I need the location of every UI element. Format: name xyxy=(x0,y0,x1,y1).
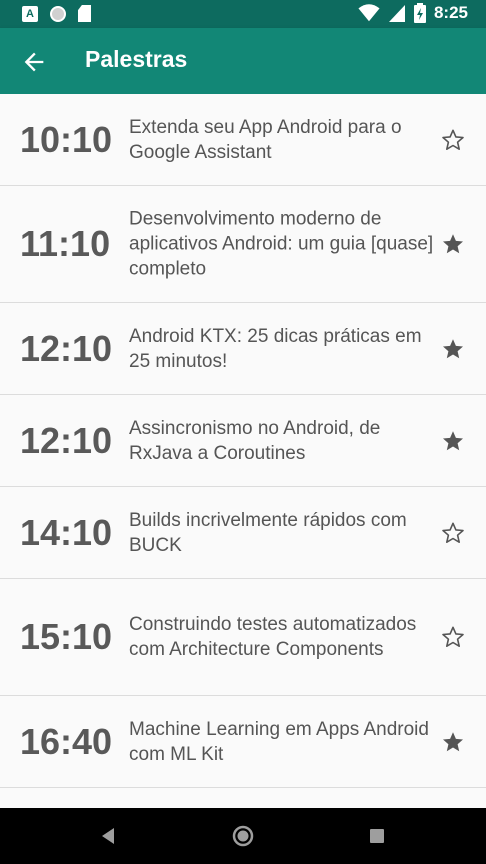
app-notification-icon: A xyxy=(22,5,38,22)
page-title: Palestras xyxy=(85,46,188,72)
status-bar: A 8:25 xyxy=(0,0,486,28)
cell-signal-icon xyxy=(388,5,405,22)
status-time: 8:25 xyxy=(433,3,468,22)
star-outline-icon[interactable] xyxy=(441,625,465,649)
talk-title: Construindo testes automatizados com Arc… xyxy=(129,614,417,660)
wifi-icon xyxy=(358,4,380,22)
sync-notification-icon xyxy=(50,5,66,22)
talk-row[interactable]: 10:10 Extenda seu App Android para o Goog… xyxy=(0,94,486,186)
star-filled-icon[interactable] xyxy=(441,429,465,453)
talk-row[interactable]: 11:10 Desenvolvimento moderno de aplicati… xyxy=(0,186,486,303)
talk-title: Extenda seu App Android para o Google As… xyxy=(129,116,402,163)
talk-time: 12:10 xyxy=(20,327,113,369)
talk-row[interactable]: 16:40 Machine Learning em Apps Android co… xyxy=(0,696,486,788)
status-left-icons: A xyxy=(22,5,91,22)
talk-time: 16:40 xyxy=(20,720,113,762)
talk-row[interactable]: 12:10 Assincronismo no Android, de RxJava… xyxy=(0,395,486,487)
talk-row[interactable]: 14:10 Builds incrivelmente rápidos com BU… xyxy=(0,487,486,579)
talk-title: Machine Learning em Apps Android com ML … xyxy=(129,718,429,765)
talk-row[interactable]: 12:10 Android KTX: 25 dicas práticas em 2… xyxy=(0,303,486,395)
sd-card-icon xyxy=(78,5,91,22)
talk-time: 10:10 xyxy=(20,118,113,160)
nav-recents-icon[interactable] xyxy=(365,824,389,848)
nav-back-icon[interactable] xyxy=(97,824,121,848)
star-outline-icon[interactable] xyxy=(441,521,465,545)
status-right-icons: 8:25 xyxy=(358,3,468,23)
star-filled-icon[interactable] xyxy=(441,730,465,754)
talk-time: 11:10 xyxy=(20,223,111,264)
talk-title: Desenvolvimento moderno de aplicativos A… xyxy=(129,208,434,280)
star-outline-icon[interactable] xyxy=(441,128,465,152)
app-bar: Palestras xyxy=(0,28,486,94)
arrow-back-icon[interactable] xyxy=(20,48,48,76)
talk-title: Builds incrivelmente rápidos com BUCK xyxy=(129,509,407,556)
talk-row[interactable]: 15:10 Construindo testes automatizados co… xyxy=(0,579,486,696)
talk-title: Assincronismo no Android, de RxJava a Co… xyxy=(129,417,381,464)
star-filled-icon[interactable] xyxy=(441,337,465,361)
talk-time: 15:10 xyxy=(20,616,113,657)
talk-time: 14:10 xyxy=(20,511,113,553)
talk-list[interactable]: 10:10 Extenda seu App Android para o Goog… xyxy=(0,94,486,808)
talk-row-partial[interactable] xyxy=(0,788,486,808)
battery-icon xyxy=(413,3,426,23)
navigation-bar xyxy=(0,808,486,864)
star-filled-icon[interactable] xyxy=(441,232,465,256)
talk-time: 12:10 xyxy=(20,419,113,461)
talk-title: Android KTX: 25 dicas práticas em 25 min… xyxy=(129,325,422,372)
nav-home-icon[interactable] xyxy=(231,824,255,848)
